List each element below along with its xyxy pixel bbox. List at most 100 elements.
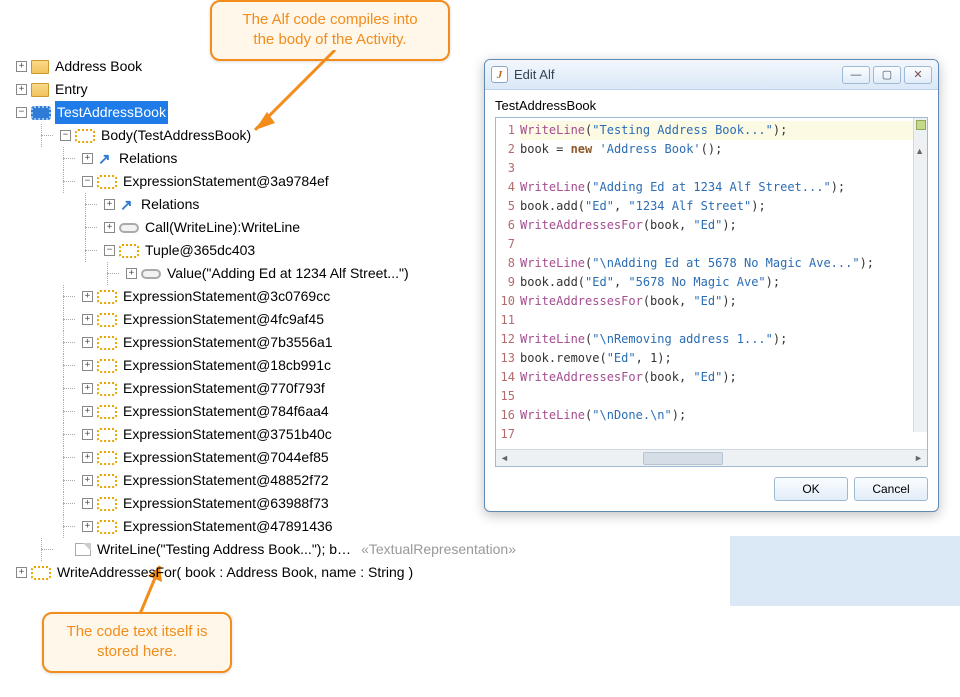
tree-item-expression[interactable]: + ExpressionStatement@4fc9af45 [16, 308, 516, 331]
tree-label: WriteAddressesFor( book : Address Book, … [55, 561, 415, 584]
tree-item-relations[interactable]: + Relations [16, 147, 516, 170]
tree-label: ExpressionStatement@3751b40c [121, 423, 334, 446]
tree-item-entry[interactable]: + Entry [16, 78, 516, 101]
tree-label: Body(TestAddressBook) [99, 124, 253, 147]
close-button[interactable]: ✕ [904, 66, 932, 84]
cancel-button[interactable]: Cancel [854, 477, 928, 501]
expander-icon[interactable]: − [16, 107, 27, 118]
expander-icon[interactable]: + [82, 452, 93, 463]
activity-icon [31, 566, 51, 580]
dialog-titlebar[interactable]: J Edit Alf — ▢ ✕ [485, 60, 938, 90]
tree-item-expression[interactable]: + ExpressionStatement@7b3556a1 [16, 331, 516, 354]
tree-label: Value("Adding Ed at 1234 Alf Street...") [165, 262, 411, 285]
tree-label: ExpressionStatement@7044ef85 [121, 446, 331, 469]
tree-item-address-book[interactable]: + Address Book [16, 55, 516, 78]
pill-icon [119, 223, 139, 233]
package-icon [31, 60, 49, 74]
tree-item-expression[interactable]: + ExpressionStatement@3751b40c [16, 423, 516, 446]
callout-top-text: The Alf code compiles intothe body of th… [242, 11, 417, 48]
callout-bottom: The code text itself isstored here. [42, 612, 232, 673]
tree-item-expression[interactable]: +ExpressionStatement@784f6aa4 [16, 400, 516, 423]
tree-label: Relations [117, 147, 179, 170]
expander-icon[interactable]: − [60, 130, 71, 141]
expander-icon[interactable]: − [104, 245, 115, 256]
status-ok-icon [916, 120, 926, 130]
code-gutter: 1234567891011121314151617 [496, 118, 518, 449]
tree-item-tuple[interactable]: − Tuple@365dc403 [16, 239, 516, 262]
expander-icon[interactable]: + [82, 521, 93, 532]
tree-item-call[interactable]: + Call(WriteLine):WriteLine [16, 216, 516, 239]
expander-icon[interactable]: + [82, 314, 93, 325]
tree-item-writeline-text[interactable]: WriteLine("Testing Address Book..."); bo… [16, 538, 516, 561]
tree-label: ExpressionStatement@4fc9af45 [121, 308, 326, 331]
dialog-title: Edit Alf [514, 67, 839, 82]
activity-icon [97, 359, 117, 373]
tree-item-expression[interactable]: +ExpressionStatement@48852f72 [16, 469, 516, 492]
tree-item-expression[interactable]: + ExpressionStatement@770f793f [16, 377, 516, 400]
code-status-strip: ▲ [913, 118, 927, 432]
tree-item-expression[interactable]: + ExpressionStatement@63988f73 [16, 492, 516, 515]
scroll-left-icon[interactable]: ◄ [496, 451, 513, 466]
activity-icon [31, 106, 51, 120]
expander-icon[interactable]: + [16, 61, 27, 72]
maximize-button[interactable]: ▢ [873, 66, 901, 84]
minimize-button[interactable]: — [842, 66, 870, 84]
model-tree[interactable]: + Address Book + Entry − TestAddressBook… [16, 55, 516, 584]
code-area[interactable]: WriteLine("Testing Address Book...");boo… [518, 118, 927, 449]
tree-item-relations[interactable]: + Relations [16, 193, 516, 216]
tree-label: Address Book [53, 55, 144, 78]
tree-item-body[interactable]: − Body(TestAddressBook) [16, 124, 516, 147]
tree-label: Relations [139, 193, 201, 216]
expander-icon[interactable]: + [82, 337, 93, 348]
scroll-up-icon[interactable]: ▲ [915, 146, 924, 156]
tree-item-expression[interactable]: +ExpressionStatement@3c0769cc [16, 285, 516, 308]
expander-icon[interactable]: + [82, 291, 93, 302]
activity-icon [75, 129, 95, 143]
tree-label: ExpressionStatement@770f793f [121, 377, 327, 400]
expander-icon[interactable]: + [104, 222, 115, 233]
expander-icon[interactable]: + [82, 498, 93, 509]
tree-label: ExpressionStatement@63988f73 [121, 492, 331, 515]
horizontal-scrollbar[interactable]: ◄ ► [496, 449, 927, 466]
tree-item-expression[interactable]: + ExpressionStatement@7044ef85 [16, 446, 516, 469]
callout-top: The Alf code compiles intothe body of th… [210, 0, 450, 61]
tree-item-testaddressbook[interactable]: − TestAddressBook [16, 101, 516, 124]
tree-item-value[interactable]: + Value("Adding Ed at 1234 Alf Street...… [16, 262, 516, 285]
pill-icon [141, 269, 161, 279]
expander-icon[interactable]: + [126, 268, 137, 279]
expander-icon[interactable]: + [16, 567, 27, 578]
tree-label: ExpressionStatement@18cb991c [121, 354, 333, 377]
tree-label: Call(WriteLine):WriteLine [143, 216, 302, 239]
expander-icon[interactable]: + [82, 429, 93, 440]
tree-label: ExpressionStatement@3a9784ef [121, 170, 331, 193]
expander-icon[interactable]: − [82, 176, 93, 187]
expander-icon[interactable]: + [82, 475, 93, 486]
expander-icon[interactable]: + [82, 383, 93, 394]
scroll-right-icon[interactable]: ► [910, 451, 927, 466]
package-icon [31, 83, 49, 97]
expander-icon[interactable]: + [104, 199, 115, 210]
scroll-track[interactable] [513, 451, 910, 466]
scroll-thumb[interactable] [643, 452, 723, 465]
note-icon [75, 543, 91, 556]
activity-icon [97, 313, 117, 327]
activity-icon [97, 451, 117, 465]
activity-icon [97, 428, 117, 442]
expander-icon[interactable]: + [82, 153, 93, 164]
activity-icon [97, 382, 117, 396]
code-editor[interactable]: 1234567891011121314151617 WriteLine("Tes… [495, 117, 928, 467]
relations-icon [119, 197, 135, 213]
stereotype-label: «TextualRepresentation» [361, 538, 516, 561]
tree-item-expression[interactable]: +ExpressionStatement@47891436 [16, 515, 516, 538]
ok-button[interactable]: OK [774, 477, 848, 501]
expander-icon[interactable]: + [16, 84, 27, 95]
expander-icon[interactable]: + [82, 360, 93, 371]
tree-item-writeaddresses[interactable]: + WriteAddressesFor( book : Address Book… [16, 561, 516, 584]
relations-icon [97, 151, 113, 167]
activity-icon [97, 336, 117, 350]
tree-item-expression[interactable]: − ExpressionStatement@3a9784ef [16, 170, 516, 193]
tree-label: ExpressionStatement@7b3556a1 [121, 331, 335, 354]
expander-icon[interactable]: + [82, 406, 93, 417]
activity-icon [97, 474, 117, 488]
tree-item-expression[interactable]: + ExpressionStatement@18cb991c [16, 354, 516, 377]
